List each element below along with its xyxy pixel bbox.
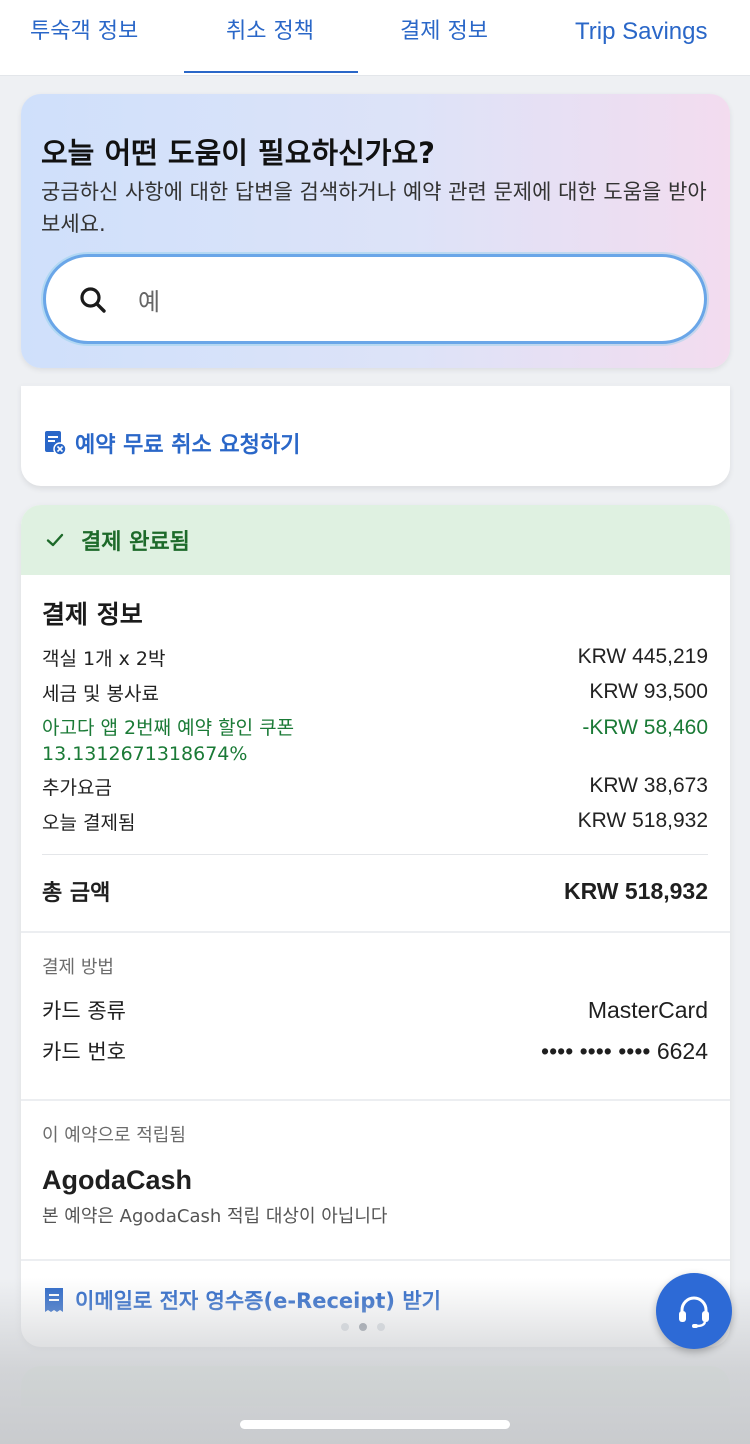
paid-today-row: 오늘 결제됨 KRW 518,932: [42, 806, 708, 836]
payment-status-banner: 결제 완료됨: [21, 505, 730, 575]
total-row: 총 금액 KRW 518,932: [42, 873, 708, 909]
help-description: 궁금하신 사항에 대한 답변을 검색하거나 예약 관련 문제에 대한 도움을 받…: [41, 180, 707, 236]
active-tab-indicator: [184, 71, 358, 73]
support-chat-button[interactable]: [656, 1273, 732, 1349]
discount-row: 아고다 앱 2번째 예약 할인 쿠폰 13.1312671318674% -KR…: [42, 715, 708, 767]
help-card: 오늘 어떤 도움이 필요하신가요? 궁금하신 사항에 대한 답변을 검색하거나 …: [21, 94, 730, 368]
home-indicator: [240, 1420, 510, 1429]
payment-method-heading: 결제 방법: [42, 957, 114, 978]
next-card-peek: [21, 1366, 730, 1406]
agodacash-title: AgodaCash: [42, 1165, 193, 1195]
discount-value: -KRW 58,460: [582, 716, 708, 739]
page-dot: [341, 1323, 349, 1331]
document-cancel-icon: [45, 431, 67, 456]
divider: [21, 1099, 730, 1101]
card-number-label: 카드 번호: [42, 1040, 126, 1064]
email-receipt-label: 이메일로 전자 영수증(e-Receipt) 받기: [75, 1289, 441, 1313]
agodacash-description: 본 예약은 AgodaCash 적립 대상이 아닙니다: [42, 1206, 388, 1227]
tab-bar: 투숙객 정보 취소 정책 결제 정보 Trip Savings: [0, 0, 750, 76]
payment-card: 결제 완료됨 결제 정보 객실 1개 x 2박 KRW 445,219 세금 및…: [21, 505, 730, 1347]
page-indicator: [341, 1323, 385, 1331]
tab-cancellation-policy[interactable]: 취소 정책: [226, 14, 314, 50]
headset-icon: [679, 1296, 709, 1328]
divider: [21, 1259, 730, 1261]
card-type-label: 카드 종류: [42, 999, 126, 1023]
help-search-box[interactable]: [43, 254, 707, 344]
tax-row: 세금 및 봉사료 KRW 93,500: [42, 677, 708, 707]
card-type-value: MasterCard: [587, 996, 708, 1023]
tax-value: KRW 93,500: [589, 680, 708, 703]
total-value: KRW 518,932: [563, 877, 708, 904]
tax-label: 세금 및 봉사료: [42, 682, 159, 705]
divider: [21, 931, 730, 933]
earned-heading: 이 예약으로 적립됨: [42, 1125, 186, 1146]
cancel-card: 예약 무료 취소 요청하기: [21, 384, 730, 486]
paid-today-label: 오늘 결제됨: [42, 811, 136, 834]
payment-status-text: 결제 완료됨: [81, 530, 190, 555]
card-type-row: 카드 종류 MasterCard: [42, 993, 708, 1027]
check-icon: [46, 533, 64, 547]
request-free-cancellation-link[interactable]: 예약 무료 취소 요청하기: [43, 426, 300, 460]
paid-today-value: KRW 518,932: [577, 809, 708, 832]
room-price-row: 객실 1개 x 2박 KRW 445,219: [42, 642, 708, 672]
discount-label: 아고다 앱 2번째 예약 할인 쿠폰 13.1312671318674%: [42, 717, 295, 765]
tab-payment-info[interactable]: 결제 정보: [400, 14, 488, 50]
request-free-cancellation-label: 예약 무료 취소 요청하기: [75, 433, 301, 458]
payment-section-title: 결제 정보: [42, 600, 143, 629]
extra-fee-value: KRW 38,673: [589, 774, 708, 797]
room-price-value: KRW 445,219: [577, 645, 708, 668]
extra-fee-label: 추가요금: [42, 776, 112, 799]
extra-fee-row: 추가요금 KRW 38,673: [42, 771, 708, 801]
total-label: 총 금액: [42, 881, 111, 906]
divider: [42, 854, 708, 855]
help-title: 오늘 어떤 도움이 필요하신가요?: [41, 136, 435, 170]
tab-guest-info[interactable]: 투숙객 정보: [30, 14, 138, 50]
card-number-value: •••• •••• •••• 6624: [541, 1037, 708, 1064]
room-price-label: 객실 1개 x 2박: [42, 647, 166, 670]
help-search-input[interactable]: [138, 279, 658, 319]
search-icon: [80, 287, 106, 313]
email-receipt-link[interactable]: 이메일로 전자 영수증(e-Receipt) 받기: [43, 1285, 441, 1315]
page-dot-active: [359, 1323, 367, 1331]
receipt-icon: [45, 1288, 63, 1312]
card-number-row: 카드 번호 •••• •••• •••• 6624: [42, 1034, 708, 1068]
tab-trip-savings[interactable]: Trip Savings: [575, 14, 708, 50]
page-dot: [377, 1323, 385, 1331]
